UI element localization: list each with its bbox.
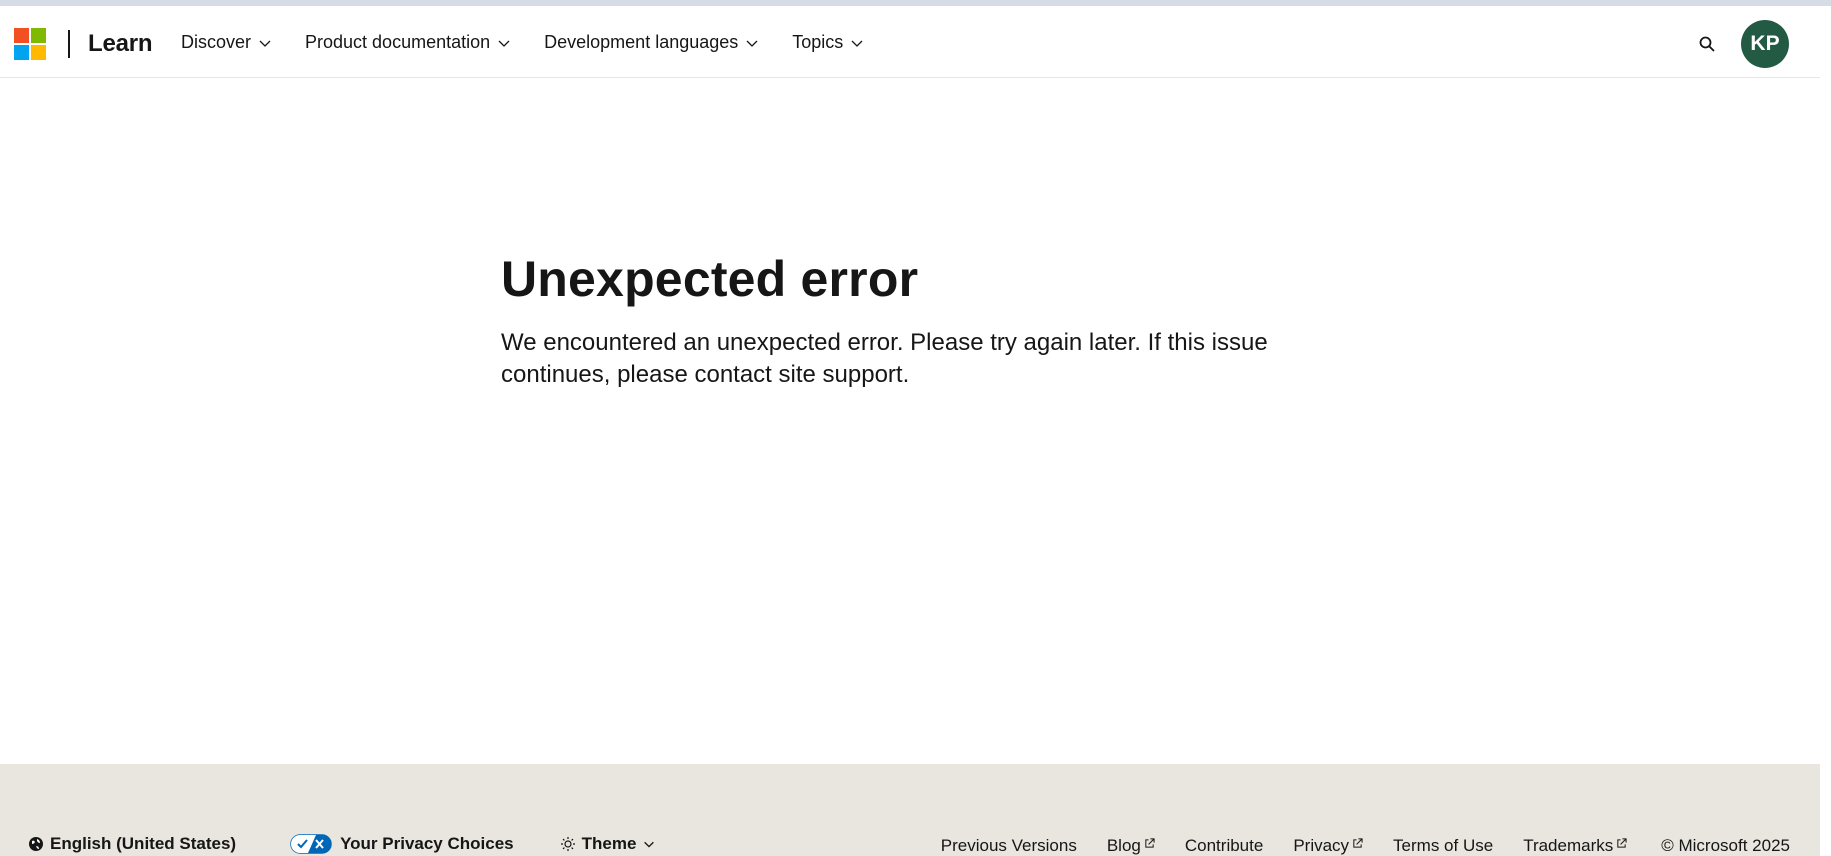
privacy-choices-label: Your Privacy Choices <box>340 834 514 853</box>
nav-discover[interactable]: Discover <box>181 32 273 53</box>
nav-development-languages[interactable]: Development languages <box>544 32 760 53</box>
theme-selector[interactable]: Theme <box>560 834 657 854</box>
site-header: Learn Discover Product documentation Dev… <box>0 10 1820 78</box>
privacy-choices-link[interactable]: Your Privacy Choices <box>290 834 514 854</box>
search-icon[interactable] <box>1695 32 1719 56</box>
footer-link-label: Previous Versions <box>940 836 1077 855</box>
error-title: Unexpected error <box>501 251 919 307</box>
privacy-toggle-icon <box>290 834 332 854</box>
footer-link-label: Contribute <box>1184 836 1264 855</box>
language-selector[interactable]: English (United States) <box>28 834 236 854</box>
sun-icon <box>560 837 575 851</box>
main-nav: Discover Product documentation Developme… <box>181 32 897 53</box>
error-message: We encountered an unexpected error. Plea… <box>501 329 1268 388</box>
language-label: English (United States) <box>50 834 237 853</box>
copyright-text: © Microsoft 2025 <box>1661 836 1790 855</box>
footer-links: Previous Versions Blog Contribute Privac… <box>911 836 1790 856</box>
learn-brand-link[interactable]: Learn <box>88 30 153 58</box>
nav-topics[interactable]: Topics <box>792 32 865 53</box>
chevron-down-icon <box>259 40 271 47</box>
external-link-icon <box>1145 838 1155 848</box>
nav-development-languages-label: Development languages <box>544 32 739 52</box>
nav-product-documentation-label: Product documentation <box>305 32 491 52</box>
theme-label: Theme <box>581 834 637 853</box>
nav-topics-label: Topics <box>792 32 844 52</box>
footer-link-trademarks[interactable]: Trademarks <box>1523 836 1627 856</box>
external-link-icon <box>1353 838 1363 848</box>
footer-link-label: Privacy <box>1293 836 1350 855</box>
footer-link-blog[interactable]: Blog <box>1107 836 1155 856</box>
user-avatar[interactable]: KP <box>1741 20 1789 68</box>
external-link-icon <box>1617 838 1627 848</box>
footer-left: English (United States) Your Privacy Cho… <box>28 834 656 854</box>
footer-link-label: Trademarks <box>1523 836 1614 855</box>
browser-top-strip <box>0 0 1831 6</box>
page: Learn Discover Product documentation Dev… <box>0 0 1831 856</box>
logo-divider <box>68 30 70 58</box>
footer-link-label: Blog <box>1106 836 1141 855</box>
chevron-down-icon <box>851 40 863 47</box>
error-content: Unexpected error We encountered an unexp… <box>501 245 1361 391</box>
nav-discover-label: Discover <box>181 32 252 52</box>
chevron-down-icon <box>498 40 510 47</box>
footer-link-terms-of-use[interactable]: Terms of Use <box>1393 836 1493 856</box>
microsoft-logo-icon[interactable] <box>14 28 46 60</box>
footer-link-label: Terms of Use <box>1393 836 1494 855</box>
globe-icon <box>29 837 43 851</box>
nav-product-documentation[interactable]: Product documentation <box>305 32 512 53</box>
footer-link-privacy[interactable]: Privacy <box>1293 836 1363 856</box>
footer-link-previous-versions[interactable]: Previous Versions <box>941 836 1077 856</box>
chevron-down-icon <box>644 841 655 848</box>
chevron-down-icon <box>746 40 758 47</box>
footer-link-contribute[interactable]: Contribute <box>1185 836 1263 856</box>
site-footer: English (United States) Your Privacy Cho… <box>0 764 1820 856</box>
